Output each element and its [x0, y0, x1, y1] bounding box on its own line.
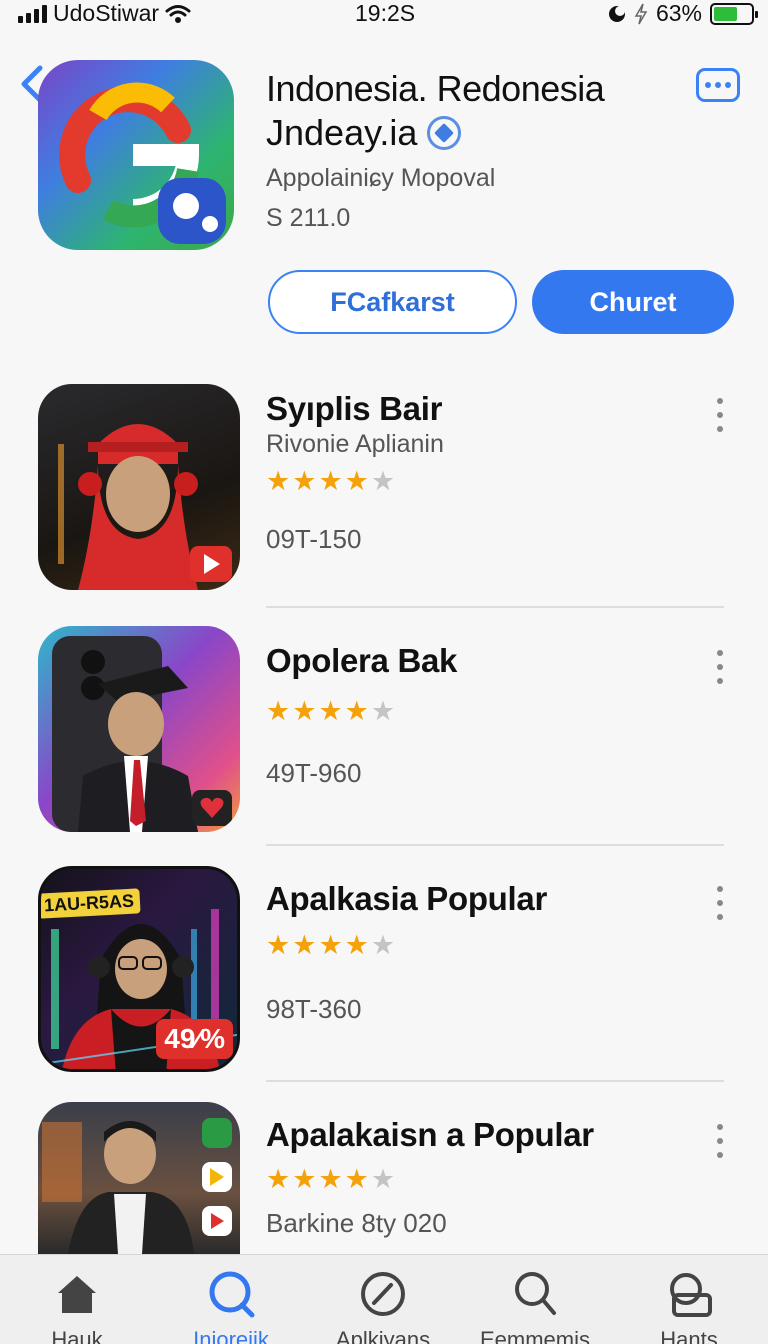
rating-stars: ★ ★ ★ ★ ★	[266, 932, 395, 959]
secondary-action-button[interactable]: FCafkarst	[268, 270, 517, 334]
battery-fill	[714, 6, 737, 21]
battery-icon	[710, 2, 758, 25]
discount-badge: 49⁄%	[156, 1019, 233, 1059]
star-icon: ★	[266, 466, 291, 496]
star-icon: ★	[344, 1164, 369, 1194]
list-item-meta: 09T-150	[266, 524, 362, 554]
app-title-line2: Jndeay.ia	[266, 112, 462, 154]
app-developer[interactable]: Appolainiɕy Mopoval	[266, 164, 495, 193]
tab-apps[interactable]: Aplkiyans	[308, 1255, 458, 1344]
wifi-icon	[165, 4, 191, 23]
tab-label: Iniorejik	[193, 1327, 269, 1344]
phone-icon	[202, 1118, 232, 1148]
list-item-meta: 49T-960	[266, 758, 362, 788]
star-icon: ★	[292, 696, 317, 726]
home-icon	[58, 1276, 96, 1313]
star-icon: ★	[370, 930, 396, 960]
star-icon: ★	[370, 466, 396, 496]
more-dot	[725, 82, 731, 88]
star-icon: ★	[266, 696, 291, 726]
list-item-title[interactable]: Apalkasia Popular	[266, 880, 547, 918]
star-icon: ★	[292, 1164, 317, 1194]
rating-stars: ★ ★ ★ ★ ★	[266, 698, 395, 725]
kebab-menu-icon[interactable]	[714, 398, 726, 432]
divider	[266, 606, 724, 608]
tab-home[interactable]: Hauk	[2, 1255, 152, 1344]
status-left: UdoStiwar	[18, 0, 191, 27]
list-item-title[interactable]: Apalakaisn a Popular	[266, 1116, 594, 1154]
status-right: 63%	[608, 0, 758, 27]
star-icon: ★	[370, 1164, 396, 1194]
kebab-menu-icon[interactable]	[714, 1124, 726, 1158]
list-item-meta: Barkine 8ty 020	[266, 1208, 447, 1238]
more-dot	[715, 82, 721, 88]
star-icon: ★	[292, 930, 317, 960]
rating-stars: ★ ★ ★ ★ ★	[266, 1166, 395, 1193]
tab-label: Aplkiyans	[335, 1327, 431, 1344]
carrier-label: UdoStiwar	[53, 0, 160, 26]
tab-label: Hants	[660, 1327, 718, 1344]
star-icon: ★	[370, 696, 396, 726]
star-icon: ★	[266, 1164, 291, 1194]
star-icon: ★	[318, 466, 343, 496]
promo-tag: 1AU-R5AS	[41, 888, 141, 919]
rating-stars: ★ ★ ★ ★ ★	[266, 468, 395, 495]
app-icon	[38, 60, 234, 250]
kebab-menu-icon[interactable]	[714, 886, 726, 920]
more-options-button[interactable]	[696, 68, 740, 102]
app-title-secondary: Jndeay.ia	[266, 112, 418, 153]
charging-icon	[634, 3, 648, 24]
search-icon	[515, 1272, 556, 1315]
list-item-thumbnail[interactable]: 1AU-R5AS 49⁄%	[38, 866, 240, 1072]
primary-action-button[interactable]: Churet	[532, 270, 734, 334]
tab-search-active[interactable]: Iniorejik	[156, 1255, 306, 1344]
tab-explore[interactable]: Eemmemis	[460, 1255, 610, 1344]
star-icon: ★	[344, 466, 369, 496]
list-item-meta: 98T-360	[266, 994, 362, 1024]
more-dot	[705, 82, 711, 88]
list-item-subtitle: Rivonie Aplianin	[266, 430, 444, 458]
status-time: 19:2S	[355, 0, 416, 26]
compass-icon	[361, 1272, 405, 1316]
star-icon: ★	[266, 930, 291, 960]
moon-icon	[608, 5, 625, 22]
star-icon: ★	[318, 1164, 343, 1194]
star-icon: ★	[292, 466, 317, 496]
tab-label: Hauk	[51, 1327, 103, 1344]
battery-percent: 63%	[655, 0, 702, 26]
app-title: Indonesia. Redonesia	[266, 68, 605, 109]
chat-icon	[670, 1273, 712, 1317]
tab-bar: Hauk Iniorejik Aplkiyans Eemmemis Hants	[0, 1254, 768, 1344]
star-icon: ★	[344, 930, 369, 960]
divider	[266, 1080, 724, 1082]
kebab-menu-icon[interactable]	[714, 650, 726, 684]
verified-badge-icon	[427, 116, 462, 150]
star-icon: ★	[344, 696, 369, 726]
signal-icon	[18, 4, 47, 23]
list-item-thumbnail[interactable]	[38, 384, 240, 590]
tab-label: Eemmemis	[479, 1327, 590, 1344]
list-item-thumbnail[interactable]	[38, 1102, 240, 1254]
app-price: S 211.0	[266, 204, 351, 232]
search-icon	[209, 1271, 255, 1318]
star-icon: ★	[318, 930, 343, 960]
list-item-thumbnail[interactable]	[38, 626, 240, 832]
status-bar: UdoStiwar 19:2S 63%	[0, 0, 768, 28]
list-item-title[interactable]: Opolera Bak	[266, 642, 457, 680]
list-item-title[interactable]: Syıplis Bair	[266, 390, 442, 428]
divider	[266, 844, 724, 846]
star-icon: ★	[318, 696, 343, 726]
tab-chats[interactable]: Hants	[614, 1255, 764, 1344]
